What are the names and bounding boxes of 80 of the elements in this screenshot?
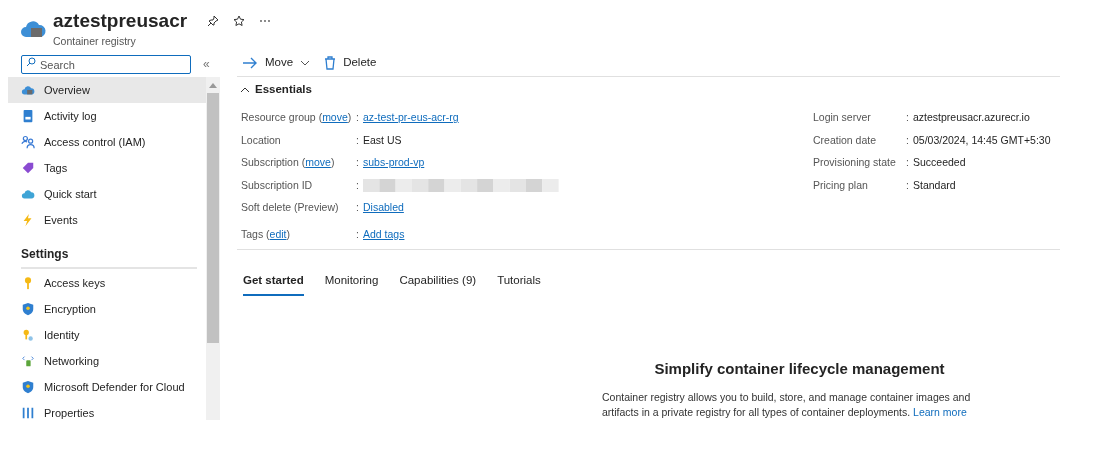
shield-icon — [21, 302, 35, 316]
properties-icon — [21, 406, 35, 420]
tag-icon — [21, 161, 35, 175]
toolbar-button[interactable]: Delete — [324, 54, 377, 72]
field-label: Soft delete (Preview) — [241, 201, 339, 214]
separator: : — [356, 177, 360, 193]
pin-icon[interactable] — [207, 15, 220, 27]
tab[interactable]: Capabilities (9) — [399, 272, 477, 297]
value-link[interactable]: az-test-pr-eus-acr-rg — [363, 110, 459, 127]
sidebar-item[interactable]: Events — [8, 207, 206, 233]
sidebar-item[interactable]: Properties — [8, 400, 206, 426]
shield-icon — [21, 380, 35, 394]
key-icon — [21, 328, 35, 342]
field-value: East US — [363, 132, 402, 148]
separator: : — [906, 155, 910, 171]
sidebar-item[interactable]: Activity log — [8, 103, 206, 129]
separator: : — [356, 226, 360, 242]
field-value: Standard — [913, 177, 956, 193]
separator: : — [356, 110, 360, 126]
resource-title: aztestpreusacr — [53, 9, 188, 33]
more-icon[interactable] — [259, 19, 272, 23]
value-link[interactable]: subs-prod-vp — [363, 155, 425, 172]
cloud-icon — [21, 83, 35, 97]
field-label: Resource group (move) — [241, 111, 352, 124]
tab[interactable]: Tutorials — [497, 272, 541, 297]
separator: : — [906, 110, 910, 126]
separator: : — [906, 132, 910, 148]
sidebar-item[interactable]: Encryption — [8, 296, 206, 322]
separator: : — [356, 155, 360, 171]
network-icon — [21, 354, 35, 368]
star-icon[interactable] — [233, 15, 246, 27]
essentials-toggle[interactable]: Essentials — [237, 77, 312, 103]
separator: : — [356, 200, 360, 216]
scroll-thumb[interactable] — [207, 93, 219, 343]
field-label: Location — [241, 133, 281, 146]
chevron-down-icon — [300, 60, 311, 66]
sidebar-item[interactable]: Overview — [8, 77, 206, 103]
book-icon — [21, 109, 35, 123]
sidebar-item[interactable]: Tags — [8, 155, 206, 181]
sidebar-item[interactable]: Identity — [8, 322, 206, 348]
toolbar-button[interactable]: Move — [242, 54, 311, 72]
field-value: Succeeded — [913, 155, 966, 171]
field-label: Provisioning state — [813, 156, 896, 169]
collapse-button[interactable]: « — [203, 54, 210, 73]
search-icon — [26, 56, 36, 67]
label-link[interactable]: move — [322, 111, 348, 124]
field-label: Tags (edit) — [241, 227, 291, 240]
arrow-right-icon — [242, 57, 258, 69]
field-label: Subscription ID — [241, 178, 313, 191]
label-link[interactable]: move — [305, 156, 331, 169]
value-link[interactable]: Disabled — [363, 200, 404, 217]
field-label: Creation date — [813, 133, 877, 146]
panel-heading: Simplify container lifecycle management — [654, 359, 945, 380]
cloud-icon — [21, 187, 35, 201]
value-link[interactable]: Add tags — [363, 226, 405, 243]
sidebar-item[interactable]: Quick start — [8, 181, 206, 207]
field-value: 05/03/2024, 14:45 GMT+5:30 — [913, 132, 1051, 148]
resource-type: Container registry — [53, 34, 137, 49]
tab[interactable]: Monitoring — [324, 272, 379, 297]
separator: : — [356, 132, 360, 148]
learn-more-link[interactable]: Learn more — [913, 405, 967, 418]
tab[interactable]: Get started — [243, 272, 304, 297]
sidebar-item[interactable]: Microsoft Defender for Cloud — [8, 374, 206, 400]
chevron-up-icon — [240, 87, 250, 93]
section-heading: Settings — [20, 246, 70, 263]
search-field[interactable]: Search — [21, 55, 191, 74]
sidebar-item[interactable]: Access keys — [8, 270, 206, 296]
trash-icon — [324, 56, 337, 70]
separator: : — [906, 177, 910, 193]
sidebar-item[interactable]: Access control (IAM) — [8, 129, 206, 155]
field-value: aztestpreusacr.azurecr.io — [913, 110, 1030, 126]
label-link[interactable]: edit — [269, 227, 287, 240]
field-label: Pricing plan — [813, 178, 868, 191]
panel-description: Container registry allows you to build, store, and manage container images and artifacts in a private registry for all types of container deployments. Learn more — [602, 389, 972, 420]
scrollbar[interactable] — [206, 77, 220, 420]
people-icon — [21, 135, 35, 149]
field-label: Login server — [813, 111, 871, 124]
sidebar-item[interactable]: Networking — [8, 348, 206, 374]
field-label: Subscription (move) — [241, 156, 335, 169]
scroll-up-icon[interactable] — [209, 82, 217, 88]
